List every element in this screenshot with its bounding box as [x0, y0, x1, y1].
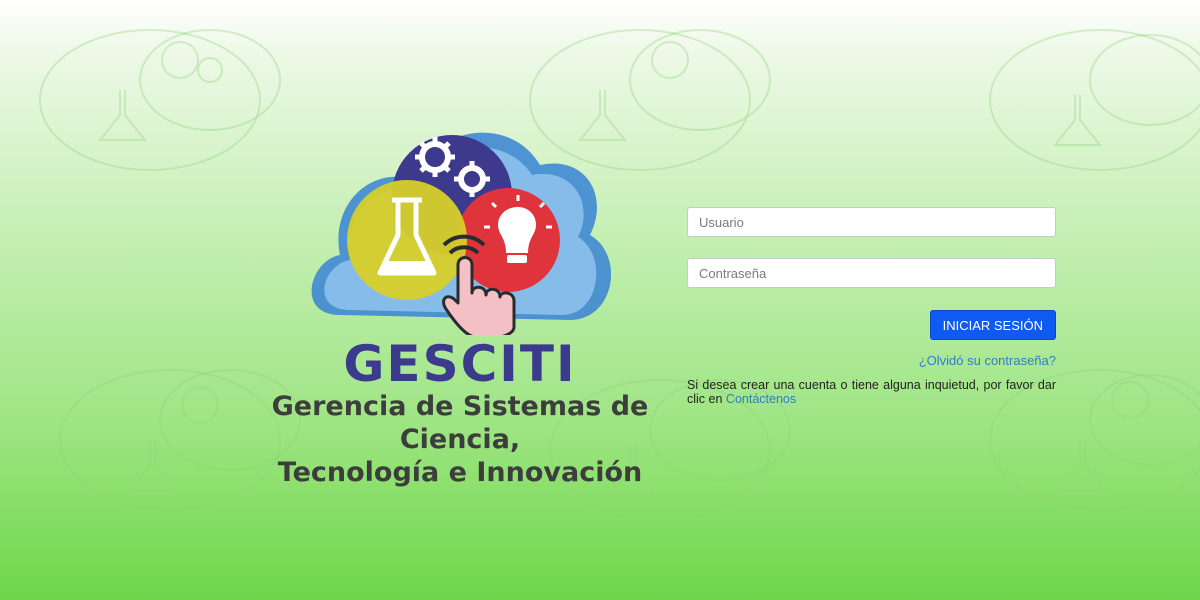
help-text: Si desea crear una cuenta o tiene alguna…	[687, 378, 1056, 406]
brand-logo: GESCITI Gerencia de Sistemas de Ciencia,…	[240, 95, 680, 495]
forgot-row: ¿Olvidó su contraseña?	[687, 353, 1056, 368]
brand-subtitle: Gerencia de Sistemas de Ciencia, Tecnolo…	[240, 390, 680, 489]
brand-subtitle-line-1: Gerencia de Sistemas de Ciencia,	[271, 391, 649, 455]
brand-name: GESCITI	[343, 335, 577, 393]
contact-link[interactable]: Contáctenos	[726, 392, 796, 406]
forgot-password-link[interactable]: ¿Olvidó su contraseña?	[919, 353, 1056, 368]
submit-row: INICIAR SESIÓN	[687, 310, 1056, 340]
login-button[interactable]: INICIAR SESIÓN	[929, 310, 1056, 340]
username-input[interactable]	[687, 207, 1056, 237]
login-form: INICIAR SESIÓN ¿Olvidó su contraseña? Si…	[687, 207, 1056, 406]
logo-graphic	[311, 132, 612, 339]
brand-subtitle-line-2: Tecnología e Innovación	[277, 457, 643, 488]
password-input[interactable]	[687, 258, 1056, 288]
